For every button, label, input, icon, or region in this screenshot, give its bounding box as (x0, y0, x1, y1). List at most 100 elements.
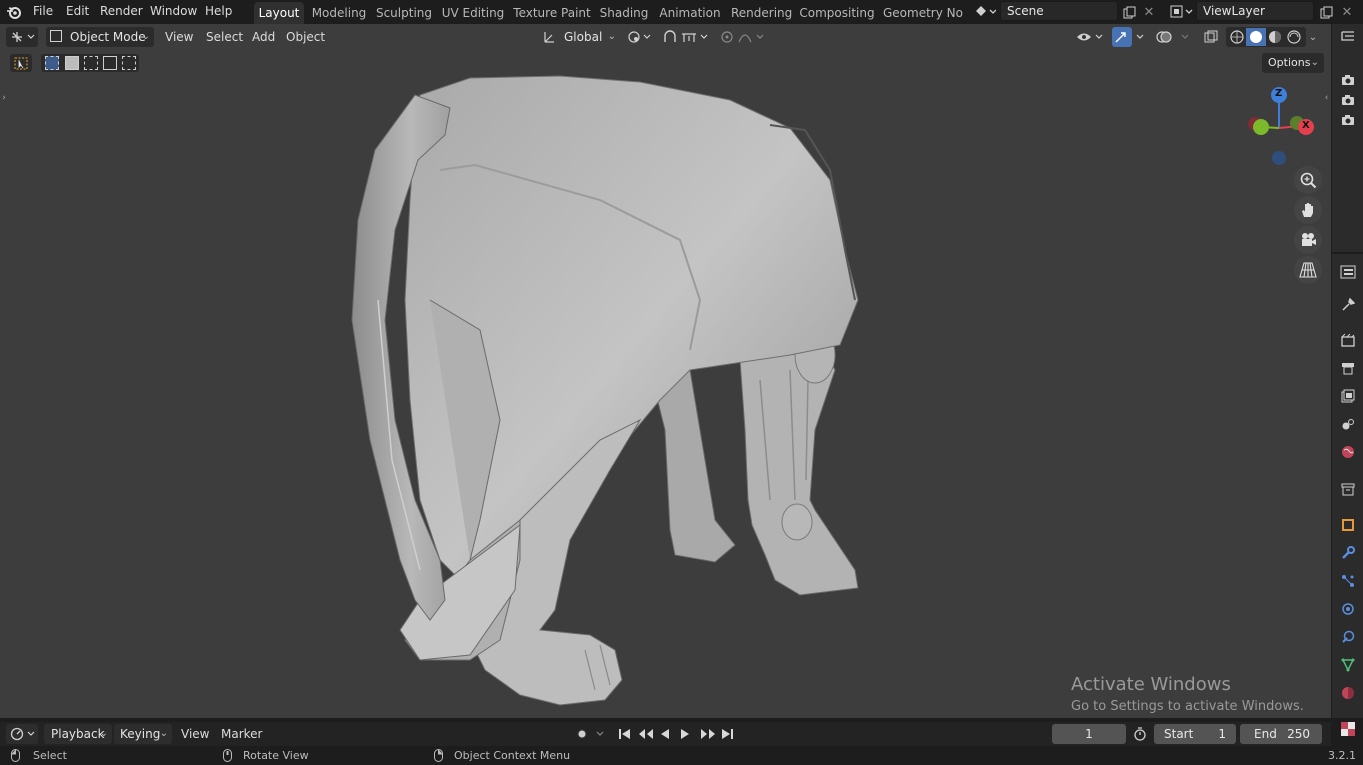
chevron-down-icon: ⌄ (141, 31, 150, 42)
select-new-icon[interactable] (45, 56, 59, 70)
particles-properties-icon[interactable] (1340, 573, 1356, 589)
scene-browse-icon[interactable] (971, 2, 999, 22)
menu-add[interactable]: Add (252, 27, 275, 47)
tab-shading[interactable]: Shading (599, 2, 649, 24)
start-frame-field[interactable]: Start 1 (1154, 724, 1236, 744)
chevron-down-icon: ⌄ (1310, 57, 1319, 68)
scene-properties-icon[interactable] (1340, 416, 1356, 432)
sidebar-expand-icon[interactable]: ‹ (1322, 92, 1331, 104)
viewlayer-close-icon[interactable]: ✕ (1338, 2, 1356, 22)
tool-settings-icon[interactable] (1340, 297, 1356, 313)
timeline-menu-view[interactable]: View (181, 724, 209, 744)
camera-icon[interactable] (1340, 112, 1356, 128)
mode-label: Object Mode (70, 30, 146, 44)
world-properties-icon[interactable] (1340, 444, 1356, 460)
camera-icon[interactable] (1340, 72, 1356, 88)
playback-label: Playback (51, 727, 105, 741)
tab-modeling[interactable]: Modeling (311, 2, 367, 24)
mouse-left-icon (10, 749, 20, 762)
object-properties-icon[interactable] (1340, 517, 1356, 533)
chevron-down-icon: ⌄ (99, 728, 108, 739)
proportional-edit-icon[interactable] (718, 27, 770, 47)
visibility-eye-icon[interactable] (1074, 27, 1108, 47)
menu-help[interactable]: Help (205, 0, 232, 24)
tab-texture-paint[interactable]: Texture Paint (513, 2, 591, 24)
menu-select[interactable]: Select (206, 27, 243, 47)
menu-render[interactable]: Render (100, 0, 143, 24)
playback-controls (615, 724, 737, 744)
transform-orientation-dropdown[interactable]: Global ⌄ (540, 27, 618, 47)
menu-edit[interactable]: Edit (66, 0, 89, 24)
status-bar: Select Rotate View Object Context Menu 3… (0, 746, 1363, 765)
select-invert-icon[interactable] (103, 56, 117, 70)
menu-file[interactable]: File (33, 0, 53, 24)
select-intersect-icon[interactable] (122, 56, 136, 70)
status-select: Select (33, 749, 67, 762)
current-frame-field[interactable]: 1 (1052, 724, 1126, 744)
view-layer-properties-icon[interactable] (1340, 388, 1356, 404)
tab-compositing[interactable]: Compositing (799, 2, 875, 24)
timeline-editor-type-dropdown[interactable] (6, 724, 38, 744)
object-data-properties-icon[interactable] (1340, 657, 1356, 673)
tab-geometry-nodes[interactable]: Geometry Noc (883, 2, 963, 24)
viewlayer-name-field[interactable]: ViewLayer (1196, 1, 1314, 21)
menu-object[interactable]: Object (286, 27, 325, 47)
menu-view[interactable]: View (165, 27, 193, 47)
scene-close-icon[interactable]: ✕ (1141, 2, 1157, 22)
blender-logo-icon[interactable] (5, 3, 23, 21)
select-tool-button[interactable] (10, 54, 32, 72)
viewlayer-copy-icon[interactable] (1317, 2, 1335, 22)
select-extend-icon[interactable] (65, 56, 79, 70)
properties-tab-strip (1331, 24, 1363, 736)
menu-window[interactable]: Window (150, 0, 197, 24)
scene-name-field[interactable]: Scene (1000, 1, 1118, 21)
3d-viewport[interactable]: Object Mode ⌄ View Select Add Object Glo… (0, 24, 1331, 718)
material-properties-icon[interactable] (1340, 685, 1356, 701)
selection-mode-group (41, 54, 139, 72)
viewlayer-browse-icon[interactable] (1166, 2, 1196, 22)
properties-editor-icon[interactable] (1340, 264, 1356, 280)
xray-icon[interactable] (1201, 27, 1221, 47)
tab-rendering[interactable]: Rendering (731, 2, 792, 24)
pan-hand-icon[interactable] (1294, 196, 1322, 224)
options-dropdown[interactable]: Options ⌄ (1262, 53, 1324, 73)
viewport-header: Object Mode ⌄ View Select Add Object Glo… (0, 24, 1331, 50)
tab-layout[interactable]: Layout (254, 2, 304, 24)
end-frame-field[interactable]: End 250 (1240, 724, 1322, 744)
gizmo-toggle-icon[interactable] (1112, 27, 1148, 47)
tab-sculpting[interactable]: Sculpting (375, 2, 433, 24)
physics-properties-icon[interactable] (1340, 601, 1356, 617)
snap-icon[interactable] (661, 27, 711, 47)
mouse-right-icon (433, 749, 443, 762)
preview-range-icon[interactable] (1132, 726, 1148, 742)
outliner-editor-icon[interactable] (1339, 28, 1357, 46)
shading-options-chevron-icon[interactable]: ⌄ (1306, 27, 1320, 47)
modifier-properties-icon[interactable] (1340, 545, 1356, 561)
zoom-icon[interactable] (1294, 166, 1322, 194)
render-properties-icon[interactable] (1340, 332, 1356, 348)
tab-animation[interactable]: Animation (657, 2, 723, 24)
mode-dropdown[interactable]: Object Mode ⌄ (46, 27, 154, 47)
texture-properties-icon[interactable] (1340, 721, 1356, 737)
panther-model[interactable] (0, 24, 1331, 718)
camera-icon[interactable] (1340, 92, 1356, 108)
scene-copy-icon[interactable] (1120, 2, 1138, 22)
auto-keying-icon[interactable] (570, 724, 610, 744)
select-subtract-icon[interactable] (84, 56, 98, 70)
playback-dropdown[interactable]: Playback ⌄ (44, 724, 112, 744)
perspective-grid-icon[interactable] (1294, 256, 1322, 284)
camera-view-icon[interactable] (1294, 226, 1322, 254)
editor-type-dropdown[interactable] (6, 27, 38, 47)
output-properties-icon[interactable] (1340, 360, 1356, 376)
collection-properties-icon[interactable] (1340, 481, 1356, 497)
constraints-properties-icon[interactable] (1340, 629, 1356, 645)
tab-uv-editing[interactable]: UV Editing (441, 2, 505, 24)
version-label: 3.2.1 (1328, 749, 1356, 762)
orientation-label: Global (564, 30, 603, 44)
end-label: End (1254, 727, 1277, 741)
pivot-point-icon[interactable] (625, 27, 655, 47)
toolbar-expand-icon[interactable]: › (0, 92, 8, 104)
overlays-icon[interactable] (1155, 27, 1193, 47)
keying-dropdown[interactable]: Keying ⌄ (114, 724, 172, 744)
timeline-menu-marker[interactable]: Marker (221, 724, 262, 744)
